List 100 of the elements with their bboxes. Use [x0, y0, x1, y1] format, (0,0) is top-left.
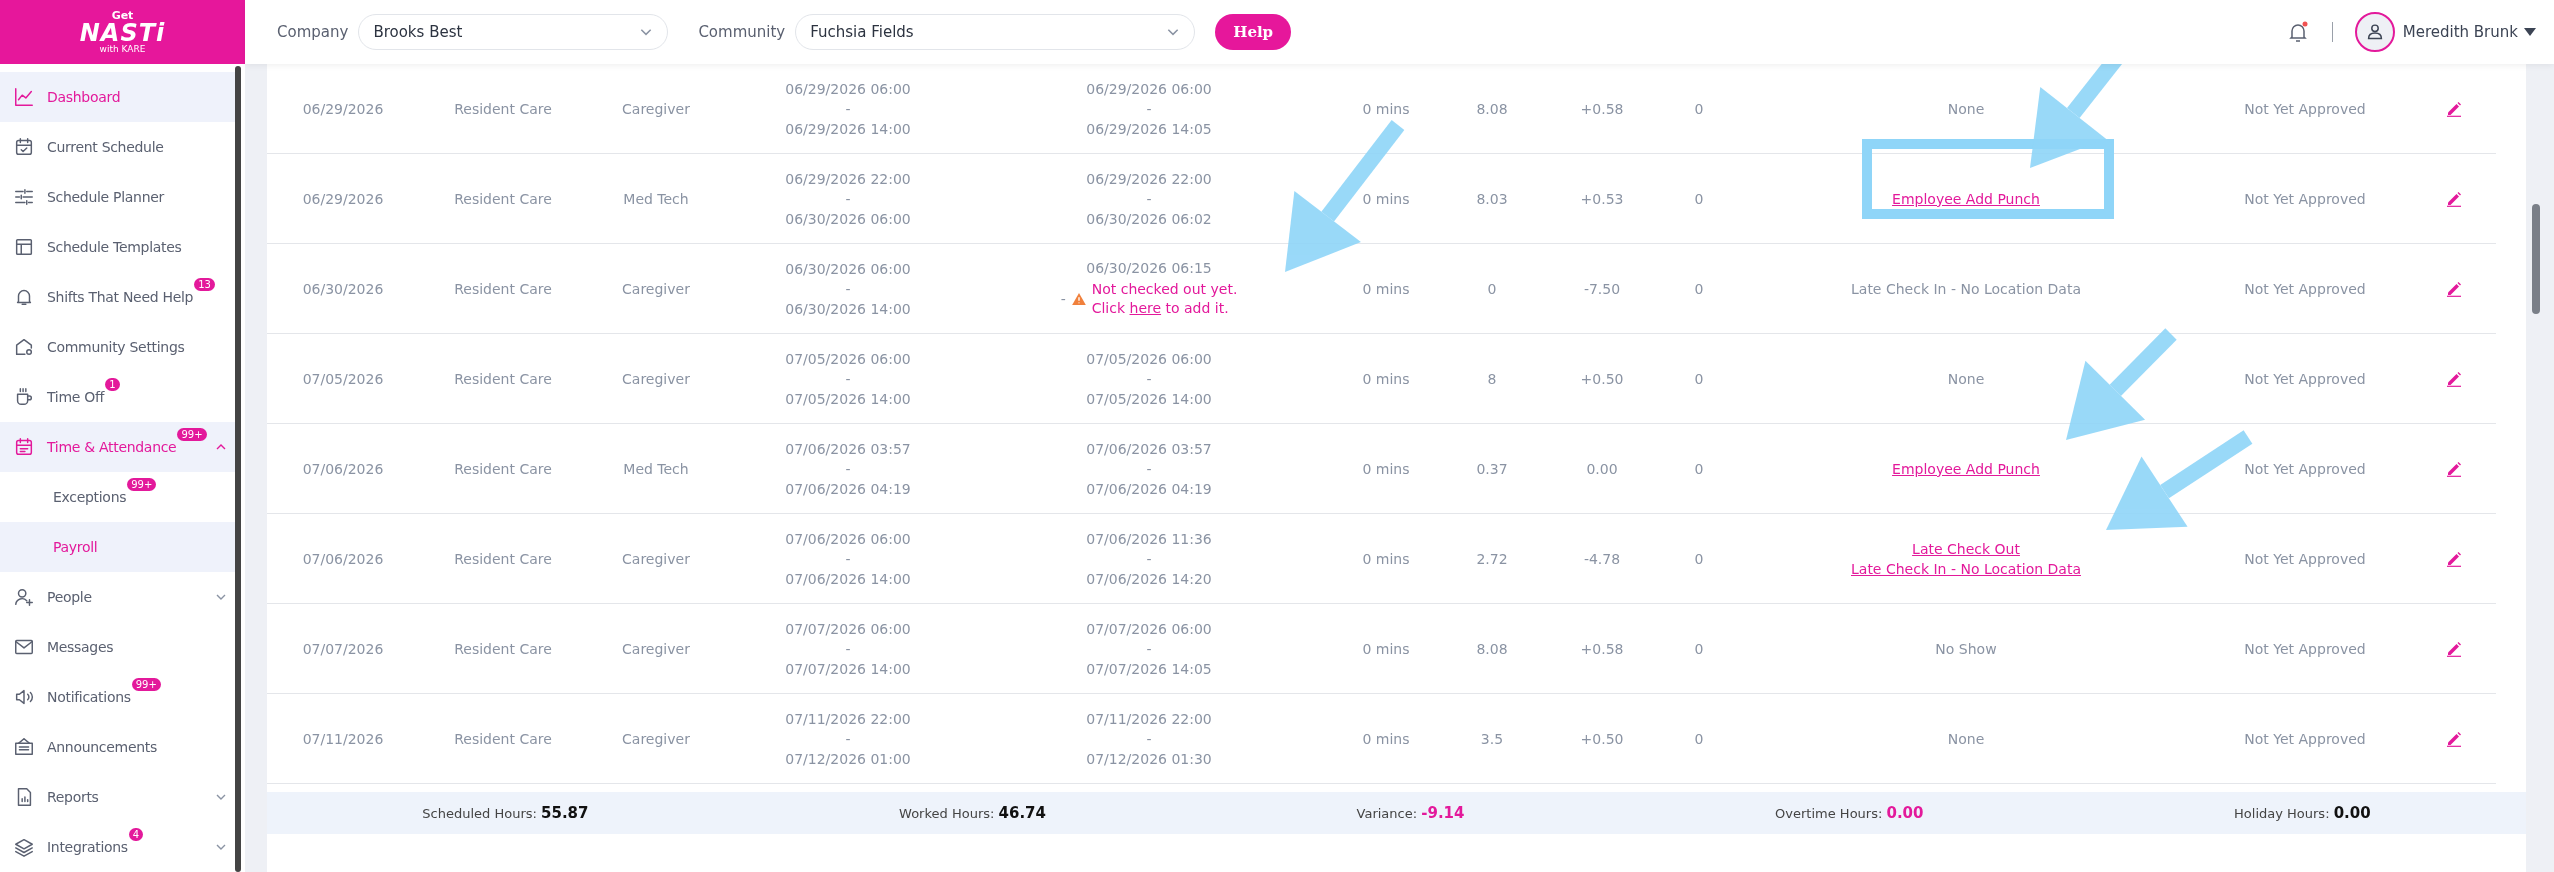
person-plus-icon: [13, 586, 35, 608]
scheduled-time: 07/06/2026 03:57: [785, 440, 911, 457]
worked-hours-cell-text: 8.03: [1475, 189, 1509, 209]
exception-link[interactable]: Late Check Out: [1912, 540, 2020, 557]
calendar-icon: [13, 436, 35, 458]
break-cell-text: 0 mins: [1361, 369, 1411, 389]
count-badge: 99+: [177, 428, 207, 441]
overtime-cell-text: 0: [1693, 549, 1705, 569]
actual-time: 07/06/2026 14:20: [1086, 570, 1212, 587]
edit-pencil-icon[interactable]: [2445, 280, 2462, 297]
nav-item[interactable]: Reports: [0, 772, 235, 822]
summary-stat: Holiday Hours: 0.00: [2234, 804, 2371, 822]
exception-link[interactable]: Employee Add Punch: [1892, 190, 2040, 207]
scheduled-time: -: [845, 280, 851, 297]
nav-item[interactable]: Notifications 99+: [0, 672, 235, 722]
actual-time: 07/06/2026 11:36: [1086, 530, 1212, 547]
break-cell-text: 0 mins: [1361, 459, 1411, 479]
nav-item[interactable]: Messages: [0, 622, 235, 672]
actual-time: 07/05/2026 14:00: [1086, 390, 1212, 407]
edit-pencil-icon[interactable]: [2445, 190, 2462, 207]
scheduled-time: 06/30/2026 06:00: [785, 210, 911, 227]
edit-pencil-icon[interactable]: [2445, 460, 2462, 477]
help-button[interactable]: Help: [1215, 14, 1292, 50]
logo-banner[interactable]: Get NASTi with KARE: [0, 0, 245, 64]
edit-pencil-icon[interactable]: [2445, 640, 2462, 657]
nav-subitem[interactable]: Payroll: [0, 522, 235, 572]
status-cell-text: Not Yet Approved: [2243, 189, 2367, 209]
department-cell-text: Resident Care: [453, 729, 553, 749]
actual-time: -: [1146, 100, 1152, 117]
actual-time: -: [1146, 370, 1152, 387]
variance-cell-text: -4.78: [1582, 549, 1622, 569]
scheduled-time: 06/30/2026 06:00: [785, 260, 911, 277]
actual-time: 06/30/2026 06:02: [1086, 210, 1212, 227]
nav-item[interactable]: People: [0, 572, 235, 622]
actual-time: 07/11/2026 22:00: [1086, 710, 1212, 727]
nav-item[interactable]: Announcements: [0, 722, 235, 772]
nav-label: Payroll: [53, 539, 98, 555]
user-name[interactable]: Meredith Brunk: [2402, 23, 2518, 41]
edit-pencil-icon[interactable]: [2445, 730, 2462, 747]
nav-item[interactable]: Community Settings: [0, 322, 235, 372]
exception-link[interactable]: Late Check In - No Location Data: [1851, 560, 2081, 577]
actual-time: 06/29/2026 22:00: [1086, 170, 1212, 187]
avatar-icon[interactable]: [2354, 12, 2395, 52]
nav-item[interactable]: Schedule Templates: [0, 222, 235, 272]
scheduled-time: -: [845, 640, 851, 657]
scheduled-time: -: [845, 460, 851, 477]
nav-label: Dashboard: [47, 89, 121, 105]
scrollbar[interactable]: [2532, 204, 2540, 314]
community-label: Community: [698, 23, 786, 41]
nav-label: Time & Attendance: [47, 439, 177, 455]
exception-link[interactable]: Employee Add Punch: [1892, 460, 2040, 477]
summary-stat: Worked Hours: 46.74: [899, 804, 1046, 822]
nav-item[interactable]: Schedule Planner: [0, 172, 235, 222]
nav-item[interactable]: Shifts That Need Help 13: [0, 272, 235, 322]
nav-label: Notifications: [47, 689, 131, 705]
break-cell-text: 0 mins: [1361, 99, 1411, 119]
edit-pencil-icon[interactable]: [2445, 550, 2462, 567]
nav-label: Schedule Templates: [47, 239, 182, 255]
scheduled-time: -: [845, 190, 851, 207]
break-cell-text: 0 mins: [1361, 729, 1411, 749]
caret-down-icon[interactable]: [2524, 28, 2536, 36]
overtime-cell-text: 0: [1693, 279, 1705, 299]
worked-hours-cell-text: 8.08: [1475, 639, 1509, 659]
status-cell-text: Not Yet Approved: [2243, 729, 2367, 749]
add-checkout-link[interactable]: here: [1129, 299, 1162, 316]
nav-item[interactable]: Dashboard: [0, 72, 235, 122]
scrollbar[interactable]: [235, 66, 241, 872]
nav-label: Announcements: [47, 739, 157, 755]
nav-label: Community Settings: [47, 339, 185, 355]
role-cell-text: Caregiver: [621, 729, 691, 749]
overtime-cell-text: 0: [1693, 729, 1705, 749]
nav-label: Schedule Planner: [47, 189, 164, 205]
nav-item[interactable]: Time & Attendance 99+: [0, 422, 235, 472]
edit-pencil-icon[interactable]: [2445, 370, 2462, 387]
exception-text: Late Check In - No Location Data: [1851, 280, 2081, 297]
date-cell-text: 07/06/2026: [301, 459, 385, 479]
overtime-cell-text: 0: [1693, 99, 1705, 119]
nav-item[interactable]: Current Schedule: [0, 122, 235, 172]
missing-checkout-note: Not checked out yet. Click here to add it.: [1091, 280, 1238, 317]
nav-subitem[interactable]: Exceptions 99+: [0, 472, 235, 522]
department-cell-text: Resident Care: [453, 459, 553, 479]
variance-cell-text: 0.00: [1585, 459, 1619, 479]
overtime-cell-text: 0: [1693, 189, 1705, 209]
nav-item[interactable]: Time Off 1: [0, 372, 235, 422]
edit-pencil-icon[interactable]: [2445, 100, 2462, 117]
date-cell-text: 07/07/2026: [301, 639, 385, 659]
nav-item[interactable]: Integrations 4: [0, 822, 235, 872]
department-cell-text: Resident Care: [453, 549, 553, 569]
sliders-icon: [13, 186, 35, 208]
logo-text: NASTi: [79, 21, 166, 45]
date-cell-text: 07/05/2026: [301, 369, 385, 389]
date-cell-text: 06/29/2026: [301, 189, 385, 209]
actual-time: 07/12/2026 01:30: [1086, 750, 1212, 767]
nav-label: Current Schedule: [47, 139, 164, 155]
scheduled-time: -: [845, 550, 851, 567]
scheduled-time: 06/29/2026 06:00: [785, 80, 911, 97]
count-badge: 99+: [131, 678, 161, 691]
worked-hours-cell-text: 2.72: [1475, 549, 1509, 569]
variance-cell-text: +0.58: [1579, 639, 1625, 659]
exception-text: None: [1947, 370, 1985, 387]
